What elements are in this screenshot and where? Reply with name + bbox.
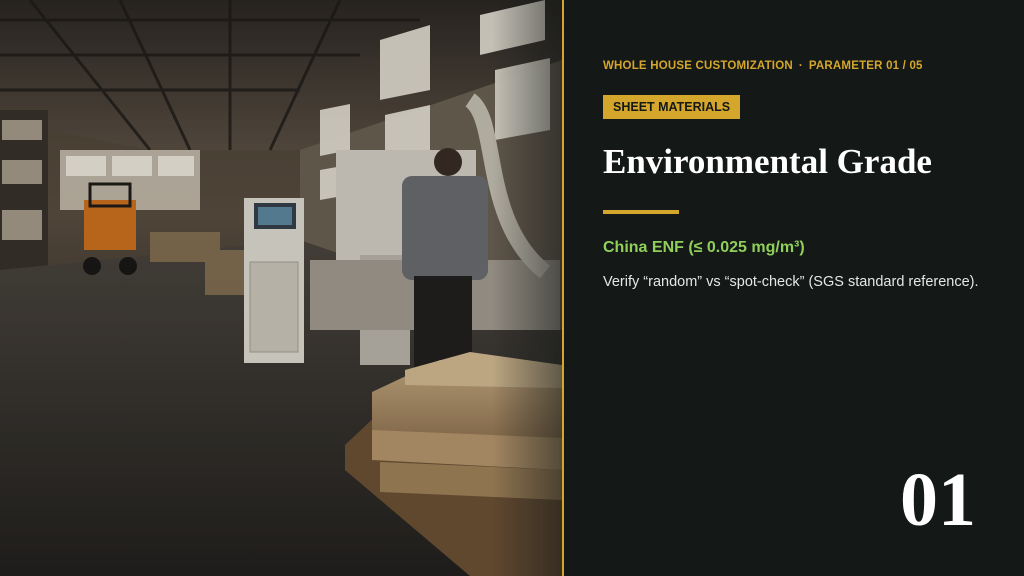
standard-value: China ENF (≤ 0.025 mg/m³) bbox=[603, 239, 805, 256]
category-badge: SHEET MATERIALS bbox=[603, 95, 741, 119]
slide-number: 01 bbox=[900, 458, 976, 542]
eyebrow-separator: · bbox=[798, 60, 803, 72]
gold-divider bbox=[562, 0, 564, 576]
accent-rule bbox=[603, 210, 679, 214]
photo-edge-fade bbox=[492, 0, 562, 576]
verification-note: Verify “random” vs “spot-check” (SGS sta… bbox=[603, 274, 979, 290]
eyebrow-label: WHOLE HOUSE CUSTOMIZATION · PARAMETER 01 /… bbox=[603, 60, 923, 72]
slide: WHOLE HOUSE CUSTOMIZATION · PARAMETER 01 /… bbox=[0, 0, 1024, 576]
factory-illustration bbox=[0, 0, 562, 576]
slide-title: Environmental Grade bbox=[603, 142, 932, 181]
factory-photo bbox=[0, 0, 562, 576]
section-label: WHOLE HOUSE CUSTOMIZATION bbox=[603, 60, 793, 72]
parameter-counter: PARAMETER 01 / 05 bbox=[808, 60, 923, 72]
